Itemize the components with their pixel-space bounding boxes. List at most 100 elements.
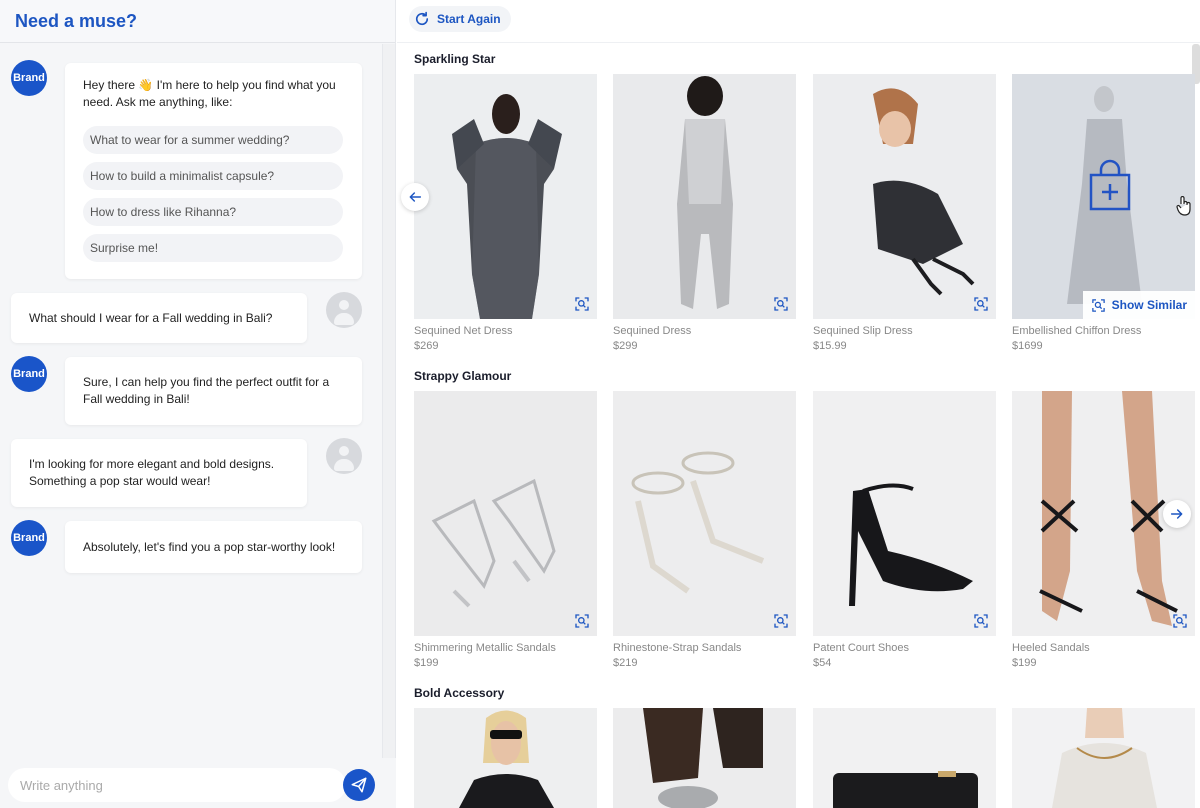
product-card[interactable]	[613, 708, 796, 808]
chain-necklace-model-image	[1052, 708, 1157, 808]
product-price: $1699	[1012, 340, 1043, 352]
chat-input[interactable]	[8, 768, 346, 802]
visual-search-button[interactable]	[1169, 610, 1191, 632]
send-icon	[351, 777, 367, 793]
user-message-1: What should I wear for a Fall wedding in…	[11, 293, 307, 343]
show-similar-button[interactable]: Show Similar	[1082, 291, 1195, 319]
product-name: Sequined Dress	[613, 325, 692, 337]
product-name: Rhinestone-Strap Sandals	[613, 642, 742, 654]
product-card[interactable]	[414, 708, 597, 808]
product-name: Sequined Slip Dress	[813, 325, 913, 337]
bot-message-3-text: Absolutely, let's find you a pop star-wo…	[83, 539, 336, 554]
bot-message-2-line-2: Fall wedding in Bali!	[83, 392, 190, 406]
carousel-prev-button[interactable]	[401, 183, 429, 211]
product-name: Patent Court Shoes	[813, 642, 910, 654]
silver-dress-image	[677, 76, 733, 309]
product-image[interactable]	[613, 391, 796, 636]
greeting-line-1: Hey there 👋 I'm here to help you find wh…	[83, 78, 336, 92]
product-card[interactable]: Sequined Slip Dress $15.99	[813, 74, 996, 354]
suggestion-surprise-me[interactable]: Surprise me!	[83, 234, 343, 262]
product-card-hovered[interactable]: Show Similar Embellished Chiffon Dress $…	[1012, 74, 1195, 354]
product-image[interactable]	[613, 708, 796, 808]
user-avatar	[326, 438, 362, 474]
product-card[interactable]: Heeled Sandals $199	[1012, 391, 1195, 671]
bot-message-2-line-1: Sure, I can help you find the perfect ou…	[83, 375, 330, 389]
product-card[interactable]: Sequined Net Dress $269	[414, 74, 597, 354]
brand-avatar: Brand	[11, 60, 47, 96]
section-title-strappy-glamour: Strappy Glamour	[414, 369, 512, 383]
carousel-next-button[interactable]	[1163, 500, 1191, 528]
send-button[interactable]	[343, 769, 375, 801]
product-image[interactable]	[1012, 708, 1195, 808]
product-image[interactable]: Show Similar	[1012, 74, 1195, 319]
product-image[interactable]	[813, 708, 996, 808]
product-image[interactable]	[414, 391, 597, 636]
visual-search-button[interactable]	[970, 293, 992, 315]
chat-scrollbar[interactable]	[382, 44, 395, 758]
mouse-cursor-icon	[1176, 195, 1192, 221]
arrow-left-icon	[409, 192, 422, 202]
user-message-1-text: What should I wear for a Fall wedding in…	[29, 310, 273, 325]
product-card[interactable]: Shimmering Metallic Sandals $199	[414, 391, 597, 671]
sequined-dress-image	[452, 94, 562, 319]
product-image[interactable]	[414, 74, 597, 319]
brand-avatar: Brand	[11, 356, 47, 392]
product-toolbar: Start Again	[397, 0, 1200, 43]
user-message-2-line-2: Something a pop star would wear!	[29, 474, 211, 488]
product-price: $269	[414, 340, 439, 352]
metallic-sandals-image	[431, 478, 556, 608]
embellished-shoe-image	[643, 708, 763, 808]
user-message-2: I'm looking for more elegant and bold de…	[11, 439, 307, 507]
start-again-label: Start Again	[437, 12, 501, 26]
product-card[interactable]: Sequined Dress $299	[613, 74, 796, 354]
user-avatar	[326, 292, 362, 328]
product-name: Heeled Sandals	[1012, 642, 1090, 654]
visual-search-icon	[774, 297, 788, 311]
visual-search-button[interactable]	[770, 293, 792, 315]
patent-court-shoe-image	[849, 483, 973, 606]
shopping-bag-plus-icon	[1089, 159, 1131, 211]
arrow-right-icon	[1170, 509, 1183, 519]
section-title-sparkling-star: Sparkling Star	[414, 52, 496, 66]
rhinestone-sandals-image	[631, 451, 765, 594]
visual-search-icon	[575, 297, 589, 311]
product-price: $199	[414, 657, 439, 669]
chat-panel: Need a muse? Brand Hey there 👋 I'm here …	[0, 0, 396, 808]
product-price: $199	[1012, 657, 1037, 669]
bot-message-2: Sure, I can help you find the perfect ou…	[65, 357, 362, 425]
product-image[interactable]	[414, 708, 597, 808]
show-similar-label: Show Similar	[1111, 298, 1187, 312]
visual-search-button[interactable]	[970, 610, 992, 632]
user-message-2-line-1: I'm looking for more elegant and bold de…	[29, 457, 275, 471]
visual-search-icon	[974, 614, 988, 628]
product-card[interactable]: Rhinestone-Strap Sandals $219	[613, 391, 796, 671]
visual-search-icon	[575, 614, 589, 628]
product-card[interactable]	[1012, 708, 1195, 808]
suggestion-dress-like-rihanna[interactable]: How to dress like Rihanna?	[83, 198, 343, 226]
start-again-button[interactable]: Start Again	[409, 6, 511, 32]
visual-search-icon	[774, 614, 788, 628]
product-image[interactable]	[813, 391, 996, 636]
visual-search-button[interactable]	[571, 293, 593, 315]
product-card[interactable]: Patent Court Shoes $54	[813, 391, 996, 671]
product-card[interactable]	[813, 708, 996, 808]
suggestion-minimalist-capsule[interactable]: How to build a minimalist capsule?	[83, 162, 343, 190]
visual-search-button[interactable]	[770, 610, 792, 632]
brand-avatar: Brand	[11, 520, 47, 556]
chat-messages[interactable]: Brand Hey there 👋 I'm here to help you f…	[0, 44, 382, 758]
bot-message-3: Absolutely, let's find you a pop star-wo…	[65, 521, 362, 573]
product-image[interactable]	[613, 74, 796, 319]
suggestion-summer-wedding[interactable]: What to wear for a summer wedding?	[83, 126, 343, 154]
product-panel: Start Again Sparkling Star Sequined Net …	[397, 0, 1200, 808]
product-price: $54	[813, 657, 832, 669]
visual-search-button[interactable]	[571, 610, 593, 632]
section-title-bold-accessory: Bold Accessory	[414, 686, 505, 700]
product-price: $15.99	[813, 340, 847, 352]
add-to-bag-button[interactable]	[1087, 159, 1133, 218]
product-price: $219	[613, 657, 638, 669]
product-image[interactable]	[813, 74, 996, 319]
visual-search-icon	[1173, 614, 1187, 628]
bot-message-greeting: Hey there 👋 I'm here to help you find wh…	[65, 63, 362, 279]
slip-dress-image	[873, 88, 975, 296]
product-name: Embellished Chiffon Dress	[1012, 325, 1142, 337]
